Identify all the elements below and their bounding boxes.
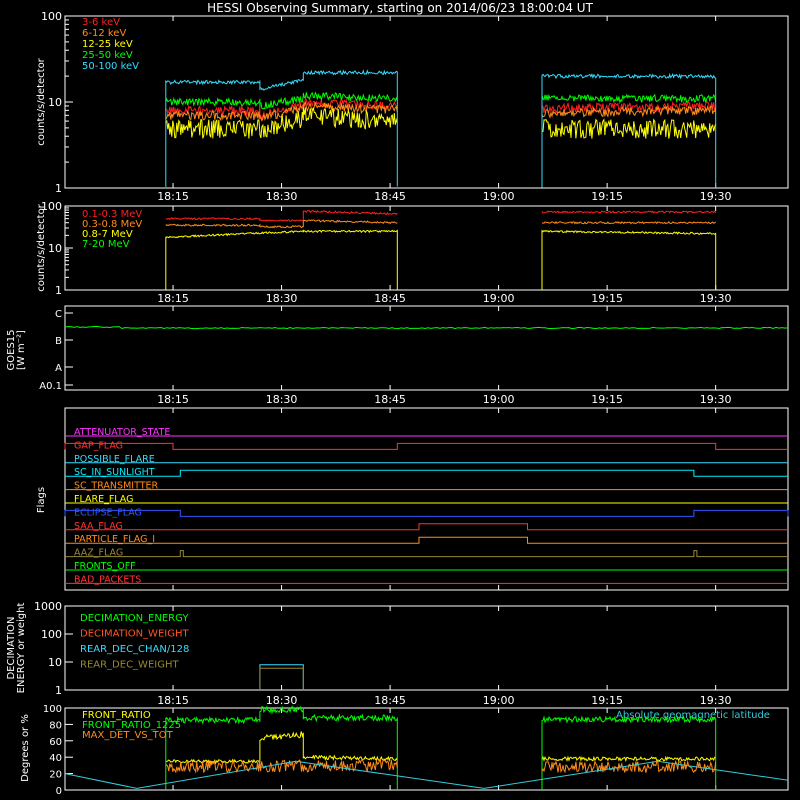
panel-decimation: 1 10 100 1000 DECIMATION_ENERGY DECIMATION_WE… [34, 600, 789, 697]
series-line-25-50 keV [165, 91, 398, 110]
panel-flags: ATTENUATOR_STATEGAP_FLAGPOSSIBLE_FLARESC… [64, 407, 789, 591]
y-tick-label: 60 [49, 737, 62, 748]
time-tick-label: 19:00 [483, 190, 515, 203]
y-tick-label: 20 [49, 770, 62, 781]
hessi-summary-plot: HESSI Observing Summary, starting on 201… [6, 1, 789, 797]
series-line-0.3-0.8 MeV [542, 220, 717, 225]
time-tick-label: 18:45 [374, 393, 406, 406]
series-line-25-50 keV [541, 93, 717, 105]
legend-entry: 12-25 keV [82, 39, 133, 50]
time-tick-label: 19:30 [700, 393, 732, 406]
y-tick-label: 100 [41, 628, 62, 641]
y-tick-label: 1 [55, 284, 62, 297]
legend-entry: 6-12 keV [82, 28, 126, 39]
legend-entry: 50-100 keV [82, 61, 139, 72]
y-tick-label: 10 [48, 242, 62, 255]
time-tick-label: 18:15 [157, 694, 189, 707]
y-axis-label: Degrees or % [20, 714, 31, 782]
y-tick-label: 1 [55, 182, 62, 195]
y-axis-label: counts/s/detector [36, 57, 47, 145]
time-tick-label: 18:15 [157, 393, 189, 406]
legend-entry: DECIMATION_WEIGHT [80, 629, 189, 640]
time-tick-label: 18:45 [374, 190, 406, 203]
panel-goes: A0.1 A B C [39, 305, 789, 392]
time-tick-label: 18:45 [374, 292, 406, 305]
flag-line [64, 509, 789, 517]
panel-ratios: 020406080100FRONT_RATIOFRONT_RATIO_1225M… [43, 704, 789, 797]
legend-entry: REAR_DEC_WEIGHT [80, 660, 179, 671]
time-tick-label: 19:30 [700, 190, 732, 203]
hessi-summary-page: HESSI Observing Summary, starting on 201… [0, 0, 800, 800]
y-tick-label: A0.1 [39, 381, 62, 392]
y-tick-label: 100 [41, 10, 62, 23]
series-line-Absolute geomagnetic latitude [64, 760, 789, 789]
series-line-0.8-7 MeV [165, 229, 398, 290]
time-tick-label: 18:30 [266, 694, 298, 707]
y-axis-unit: [W m⁻²] [16, 330, 27, 370]
panel-low-energy: 1 10 100 3-6 keV6-12 keV12-25 keV25-50 keV5… [41, 10, 789, 195]
time-tick-label: 19:00 [483, 393, 515, 406]
legend-entry: 7-20 MeV [82, 239, 130, 250]
y-tick-label: 1 [55, 684, 62, 697]
panel-flags-frame [64, 407, 789, 591]
time-tick-label: 18:15 [157, 190, 189, 203]
flag-line [65, 523, 788, 531]
main-title: HESSI Observing Summary, starting on 201… [207, 1, 593, 15]
time-tick-label: 19:15 [591, 292, 623, 305]
y-axis-label-line2: ENERGY or weight [16, 603, 27, 694]
time-tick-label: 18:45 [374, 694, 406, 707]
goes-flux-line [64, 326, 789, 330]
flag-line [65, 550, 788, 558]
y-tick-label: 0 [56, 786, 62, 797]
y-tick-label: 10 [48, 656, 62, 669]
y-tick-label: C [55, 309, 62, 320]
series-line-0.1-0.3 MeV [165, 209, 398, 222]
time-tick-label: 19:30 [700, 292, 732, 305]
series-line-0.1-0.3 MeV [541, 210, 717, 214]
panel-goes-frame [64, 305, 789, 391]
legend-entry: REAR_DEC_CHAN/128 [80, 644, 189, 655]
legend-entry: DECIMATION_ENERGY [80, 613, 189, 624]
flag-line [64, 442, 788, 450]
y-tick-label: 40 [49, 753, 62, 764]
flag-label: ECLIPSE_FLAG [74, 507, 142, 518]
flag-label: GAP_FLAG [74, 440, 123, 451]
y-tick-label: B [55, 336, 62, 347]
time-tick-label: 19:15 [591, 190, 623, 203]
legend-entry: 25-50 keV [82, 50, 133, 61]
series-line-FRONT_RATIO [165, 731, 398, 765]
series-line-0.8-7 MeV [541, 229, 717, 290]
annotation-geomagnetic-latitude: Absolute geomagnetic latitude [616, 710, 770, 721]
y-tick-label: 1000 [34, 600, 62, 613]
time-tick-label: 19:15 [591, 694, 623, 707]
y-tick-label: 10 [48, 96, 62, 109]
series-line-6-12 keV [541, 104, 717, 119]
series-line-FRONT_RATIO [541, 755, 716, 763]
y-axis-label: counts/s/detector [36, 203, 47, 291]
time-tick-label: 18:30 [266, 292, 298, 305]
y-tick-label: 100 [43, 704, 62, 715]
panel-high-energy: 1101000.1-0.3 MeV0.3-0.8 MeV0.8-7 MeV7-2… [41, 200, 789, 297]
series-line-MAX_DET_VS_TOT [541, 759, 717, 774]
time-tick-label: 19:15 [591, 393, 623, 406]
time-tick-label: 18:30 [266, 190, 298, 203]
time-tick-label: 19:30 [700, 694, 732, 707]
flag-line [65, 536, 788, 544]
time-tick-label: 19:00 [483, 292, 515, 305]
flag-line [65, 469, 788, 477]
panel-low-energy-frame [64, 15, 789, 189]
legend-entry: 3-6 keV [82, 17, 120, 28]
y-axis-label: Flags [36, 487, 47, 513]
time-tick-label: 18:30 [266, 393, 298, 406]
time-tick-label: 18:15 [157, 292, 189, 305]
y-tick-label: A [55, 363, 62, 374]
series-line-FRONT_RATIO_1225 [541, 715, 717, 790]
series-line-12-25 keV [541, 118, 717, 139]
legend-entry: MAX_DET_VS_TOT [82, 730, 174, 741]
time-tick-label: 19:00 [483, 694, 515, 707]
y-tick-label: 80 [49, 720, 62, 731]
